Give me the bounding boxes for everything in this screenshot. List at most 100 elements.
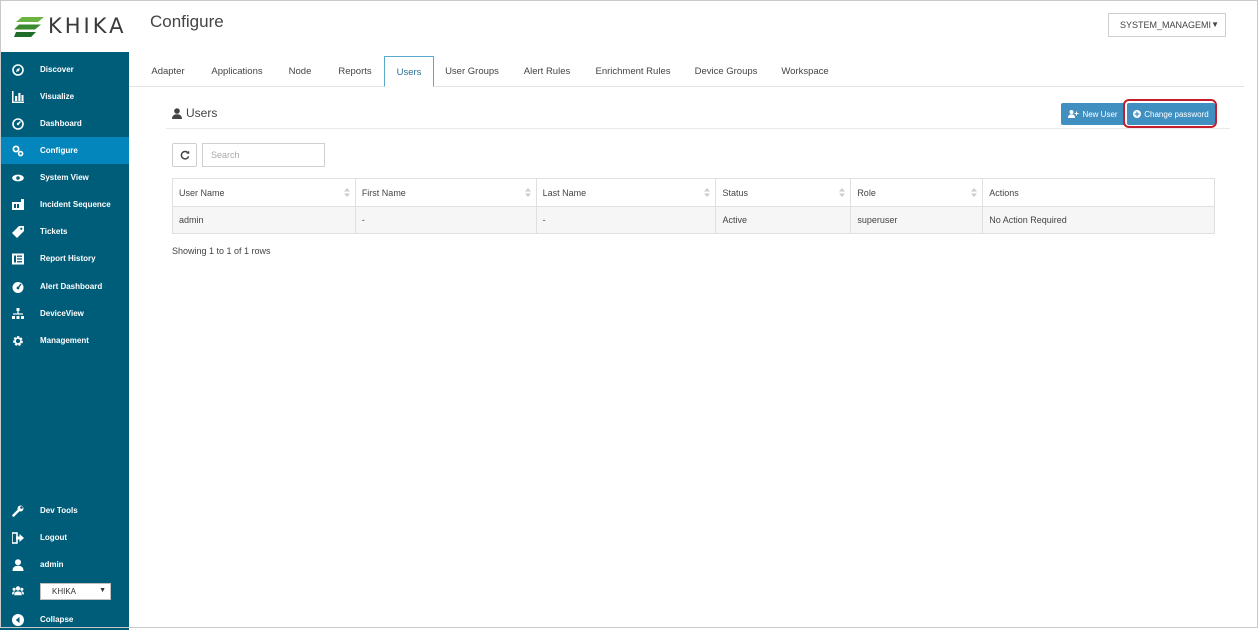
sidebar-item-label: Management — [40, 336, 89, 345]
tab-users[interactable]: Users — [384, 56, 434, 87]
sort-icon — [839, 188, 846, 197]
column-header-actions: Actions — [982, 178, 1215, 207]
column-header-status[interactable]: Status — [715, 178, 852, 207]
tab-user-groups[interactable]: User Groups — [442, 56, 502, 87]
tenant-select-value: SYSTEM_MANAGEMI — [1120, 20, 1212, 30]
sidebar-item-label: Dev Tools — [40, 506, 78, 515]
users-table: User Name First Name Last Name Status Ro… — [172, 178, 1215, 234]
sidebar-item-management[interactable]: Management — [0, 327, 129, 354]
tab-adapter[interactable]: Adapter — [143, 56, 193, 87]
cell-actions: No Action Required — [982, 206, 1215, 234]
sign-out-icon — [12, 531, 24, 544]
collapse-icon — [12, 613, 24, 626]
tab-bar: Adapter Applications Node Reports Users … — [129, 56, 1244, 87]
tab-alert-rules[interactable]: Alert Rules — [519, 56, 575, 87]
change-password-button[interactable]: Change password — [1127, 103, 1215, 125]
sidebar-item-label: Logout — [40, 533, 68, 542]
sort-icon — [971, 188, 978, 197]
sidebar-item-label: Configure — [40, 146, 78, 155]
sort-icon — [524, 188, 531, 197]
tab-applications[interactable]: Applications — [203, 56, 271, 87]
sitemap-icon — [12, 307, 24, 320]
gauge-icon — [12, 281, 24, 293]
sidebar-item-label: Dashboard — [40, 119, 82, 128]
sidebar-item-label: Report History — [40, 254, 96, 263]
tab-node[interactable]: Node — [283, 56, 317, 87]
sidebar-item-label: Discover — [40, 65, 74, 74]
logo-text: KHIKA — [48, 14, 127, 38]
sidebar-item-label: System View — [40, 173, 89, 182]
sidebar-item-dashboard[interactable]: Dashboard — [0, 110, 129, 137]
column-header-first-name[interactable]: First Name — [354, 178, 537, 207]
sidebar-item-visualize[interactable]: Visualize — [0, 83, 129, 110]
bar-chart-icon — [12, 90, 24, 103]
logo-stripes-icon — [14, 17, 44, 37]
sidebar-item-label: Collapse — [40, 615, 74, 624]
sidebar-item-configure[interactable]: Configure — [0, 137, 129, 164]
tab-enrichment-rules[interactable]: Enrichment Rules — [591, 56, 675, 87]
pagination-info: Showing 1 to 1 of 1 rows — [172, 246, 271, 256]
sidebar-item-admin[interactable]: admin — [0, 551, 129, 578]
sequence-icon — [12, 198, 24, 211]
tenant-select[interactable]: SYSTEM_MANAGEMI ▼ — [1108, 13, 1226, 37]
sort-icon — [343, 188, 350, 197]
table-row[interactable]: admin - - Active superuser No Action Req… — [172, 206, 1215, 234]
plus-circle-icon — [1133, 110, 1142, 118]
list-icon — [12, 253, 24, 265]
refresh-button[interactable] — [172, 143, 197, 167]
column-header-last-name[interactable]: Last Name — [535, 178, 717, 207]
tab-reports[interactable]: Reports — [331, 56, 379, 87]
tab-device-groups[interactable]: Device Groups — [691, 56, 761, 87]
sidebar-item-system-view[interactable]: System View — [0, 164, 129, 191]
sidebar-item-label: Tickets — [40, 227, 68, 236]
new-user-button[interactable]: New User — [1061, 103, 1125, 125]
dashboard-icon — [12, 117, 24, 130]
compass-icon — [12, 63, 24, 76]
change-password-label: Change password — [1144, 109, 1209, 119]
refresh-icon — [180, 150, 189, 160]
sidebar-item-tickets[interactable]: Tickets — [0, 218, 129, 245]
window-frame — [0, 0, 1258, 628]
sidebar-item-discover[interactable]: Discover — [0, 56, 129, 83]
sidebar-item-dev-tools[interactable]: Dev Tools — [0, 497, 129, 524]
sidebar-item-label: Incident Sequence — [40, 200, 111, 209]
user-plus-icon — [1068, 110, 1079, 118]
cogs-icon — [12, 145, 24, 157]
caret-down-icon: ▼ — [1211, 20, 1219, 29]
sidebar-item-alert-dashboard[interactable]: Alert Dashboard — [0, 273, 129, 300]
cell-user-name: admin — [172, 206, 356, 234]
org-select[interactable]: KHIKA ▼ — [40, 583, 111, 600]
sidebar-item-label: admin — [40, 560, 64, 569]
gear-icon — [12, 335, 24, 347]
users-group-icon — [12, 585, 24, 597]
search-input[interactable] — [202, 143, 325, 167]
cell-role: superuser — [850, 206, 984, 234]
user-icon — [172, 107, 182, 119]
tag-icon — [12, 225, 24, 238]
sidebar-item-report-history[interactable]: Report History — [0, 245, 129, 272]
sidebar-item-incident-sequence[interactable]: Incident Sequence — [0, 191, 129, 218]
page-title: Configure — [150, 12, 224, 31]
org-select-value: KHIKA — [52, 587, 77, 596]
tab-workspace[interactable]: Workspace — [777, 56, 833, 87]
table-header-row: User Name First Name Last Name Status Ro… — [172, 178, 1215, 207]
wrench-icon — [12, 505, 24, 517]
sidebar-item-label: Visualize — [40, 92, 75, 101]
sidebar-item-deviceview[interactable]: DeviceView — [0, 300, 129, 327]
cell-last-name: - — [535, 206, 717, 234]
sidebar-item-collapse[interactable]: Collapse — [0, 606, 129, 633]
section-title-text: Users — [186, 106, 218, 120]
sort-icon — [704, 188, 711, 197]
divider — [166, 128, 1230, 129]
caret-down-icon: ▼ — [99, 587, 106, 594]
sidebar-item-label: DeviceView — [40, 309, 84, 318]
cell-status: Active — [715, 206, 852, 234]
logo: KHIKA — [0, 0, 129, 52]
user-icon — [12, 558, 24, 571]
cell-first-name: - — [354, 206, 537, 234]
sidebar-item-logout[interactable]: Logout — [0, 524, 129, 551]
sidebar-item-label: Alert Dashboard — [40, 282, 103, 291]
column-header-user-name[interactable]: User Name — [172, 178, 356, 207]
column-header-role[interactable]: Role — [850, 178, 984, 207]
new-user-label: New User — [1082, 109, 1118, 119]
